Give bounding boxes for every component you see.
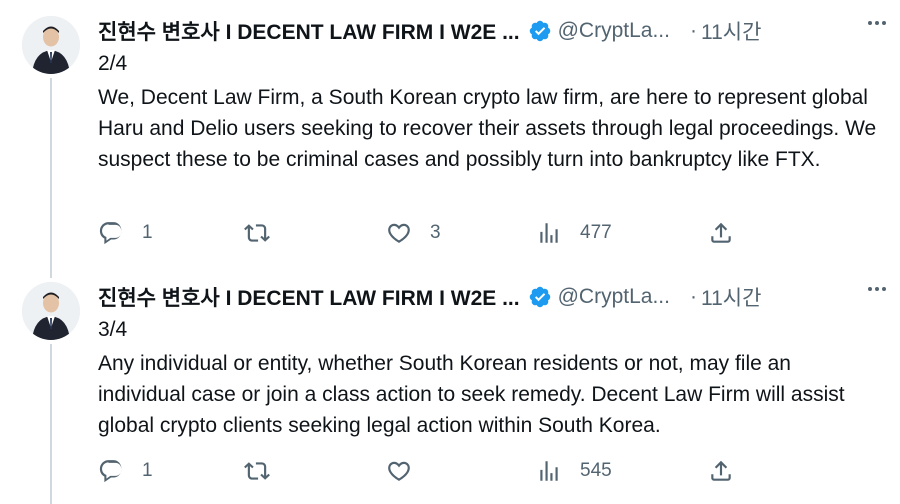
tweet-text: Any individual or entity, whether South … — [98, 352, 845, 437]
verified-badge-icon — [529, 286, 550, 308]
tweet[interactable]: 진현수 변호사 I DECENT LAW FIRM I W2E ... @Cry… — [0, 0, 900, 278]
separator-dot: · — [689, 19, 697, 42]
share-button[interactable] — [708, 216, 734, 250]
reply-count: 1 — [142, 222, 153, 243]
reply-count: 1 — [142, 460, 153, 481]
views-icon — [540, 461, 558, 481]
verified-badge-icon — [529, 20, 550, 42]
thread-counter: 2/4 — [98, 52, 128, 75]
more-icon[interactable] — [864, 10, 890, 36]
share-button[interactable] — [708, 454, 734, 488]
like-button[interactable] — [386, 454, 430, 488]
views-button[interactable]: 477 — [536, 216, 612, 250]
share-icon — [711, 460, 731, 481]
like-icon — [388, 461, 410, 481]
view-count: 477 — [580, 222, 612, 243]
display-name[interactable]: 진현수 변호사 I DECENT LAW FIRM I W2E ... — [98, 16, 520, 46]
reply-button[interactable]: 1 — [98, 454, 153, 488]
like-count: 3 — [430, 222, 441, 243]
thread-connector-line — [50, 344, 52, 504]
retweet-icon — [244, 462, 270, 480]
reply-icon — [99, 222, 122, 245]
retweet-button[interactable] — [244, 454, 288, 488]
reply-button[interactable]: 1 — [98, 216, 153, 250]
separator-dot: · — [689, 285, 697, 308]
timestamp[interactable]: 11시간 — [701, 282, 761, 312]
retweet-icon — [244, 224, 270, 242]
avatar[interactable] — [22, 16, 80, 74]
tweet-text: We, Decent Law Firm, a South Korean cryp… — [98, 86, 877, 171]
views-button[interactable]: 545 — [536, 454, 612, 488]
reply-icon — [99, 460, 122, 483]
display-name[interactable]: 진현수 변호사 I DECENT LAW FIRM I W2E ... — [98, 282, 520, 312]
share-icon — [711, 222, 731, 243]
user-handle[interactable]: @CryptLa... — [558, 285, 670, 309]
view-count: 545 — [580, 460, 612, 481]
avatar[interactable] — [22, 282, 80, 340]
thread-connector-line — [50, 78, 52, 278]
action-bar: 1 3 477 — [98, 216, 748, 250]
action-bar: 1 545 — [98, 454, 748, 488]
thread-counter: 3/4 — [98, 318, 128, 341]
views-icon — [540, 223, 558, 243]
like-icon — [388, 223, 410, 243]
user-handle[interactable]: @CryptLa... — [558, 19, 670, 43]
like-button[interactable]: 3 — [386, 216, 441, 250]
tweet[interactable]: 진현수 변호사 I DECENT LAW FIRM I W2E ... @Cry… — [0, 266, 900, 504]
retweet-button[interactable] — [244, 216, 288, 250]
timestamp[interactable]: 11시간 — [701, 16, 761, 46]
more-icon[interactable] — [864, 276, 890, 302]
